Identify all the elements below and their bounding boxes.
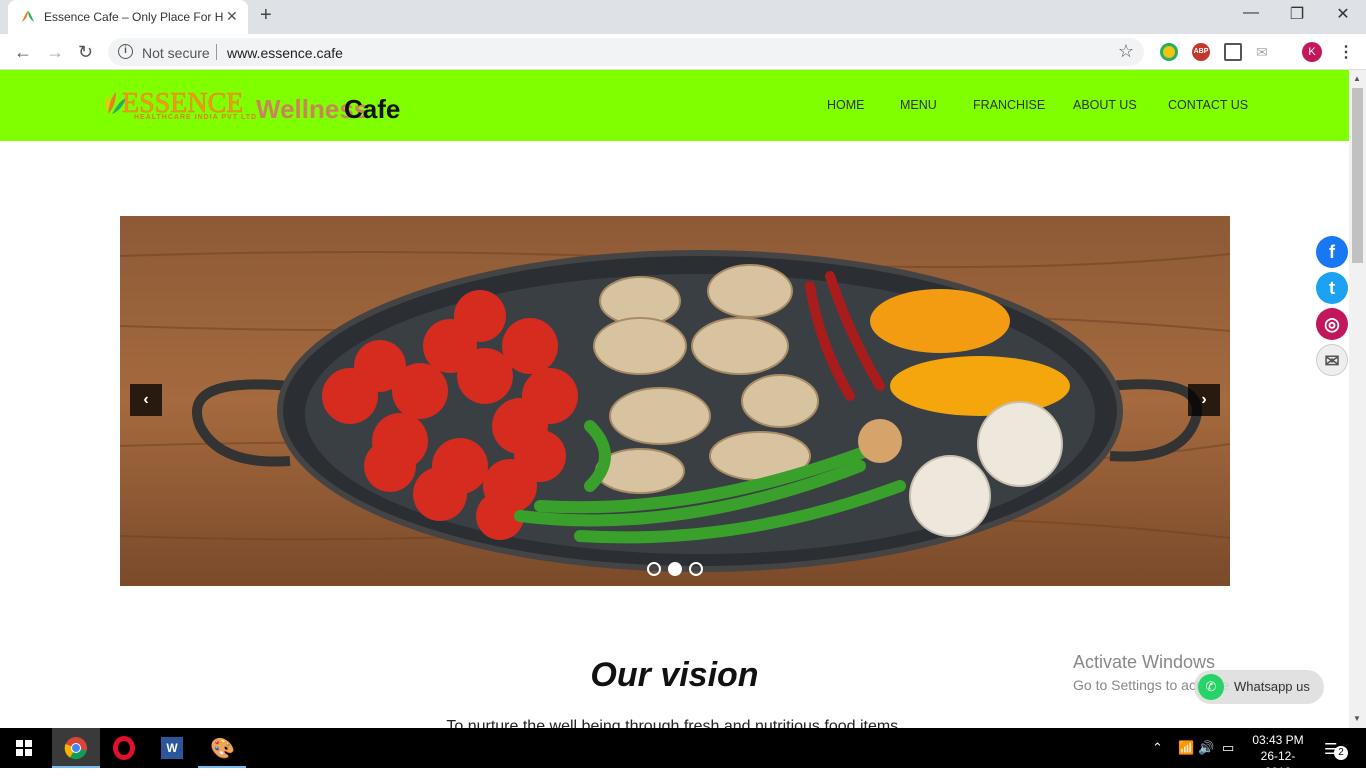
scroll-up-icon[interactable]: ▲ [1353,74,1361,83]
logo-cafe-text: Cafe [344,94,401,124]
carousel-dot-1[interactable] [647,562,661,576]
back-button[interactable]: ← [14,42,32,63]
windows-start-icon[interactable] [16,740,32,756]
address-bar[interactable]: i Not secure www.essence.cafe ☆ [108,38,1144,66]
taskbar-chrome[interactable] [52,728,100,768]
nav-home[interactable]: HOME [827,98,865,112]
nav-franchise[interactable]: FRANCHISE [973,98,1045,112]
page-viewport: ESSENCE HEALTHCARE INDIA PVT LTD Wellnes… [0,70,1349,728]
taskbar-opera[interactable] [100,728,148,768]
opera-icon [113,736,135,760]
minimize-button[interactable]: — [1228,4,1274,22]
page-scrollbar[interactable]: ▲ ▼ [1349,70,1366,728]
show-hidden-icons[interactable]: ⌃ [1152,740,1163,756]
clock-time: 03:43 PM [1252,733,1304,747]
browser-toolbar: ← → ↻ i Not secure www.essence.cafe ☆ AB… [0,34,1366,70]
browser-menu-icon[interactable]: ⋮ [1338,42,1354,62]
whatsapp-icon: ✆ [1198,674,1224,700]
facebook-icon[interactable]: f [1316,236,1348,268]
carousel-prev-button[interactable]: ‹ [130,384,162,416]
logo-subtitle: HEALTHCARE INDIA PVT LTD [134,114,258,121]
browser-tab[interactable]: Essence Cafe – Only Place For He ✕ [8,0,248,34]
notification-count-badge: 2 [1334,746,1348,760]
windows-taskbar: W 🎨 ⌃ 📶 🔊 ▭ 03:43 PM 26-12-2018 ☰ 2 [0,728,1366,779]
whatsapp-label: Whatsapp us [1234,679,1310,694]
clock-date: 26-12-2018 [1260,749,1296,779]
paint-palette-icon: 🎨 [210,738,235,760]
chrome-icon [64,737,87,760]
screenshot-extension-icon[interactable] [1224,43,1242,61]
carousel-dot-3[interactable] [689,562,703,576]
url-text[interactable]: www.essence.cafe [227,45,343,61]
carousel-slide-image [120,216,1230,586]
word-icon: W [161,737,183,759]
close-window-button[interactable]: ✕ [1320,4,1366,24]
wifi-icon[interactable]: 📶 [1178,740,1194,756]
battery-icon[interactable]: ▭ [1222,740,1234,756]
carousel-dot-2[interactable] [668,562,682,576]
instagram-icon[interactable]: ◎ [1316,308,1348,340]
site-logo[interactable]: ESSENCE HEALTHCARE INDIA PVT LTD Wellnes… [104,88,400,128]
gmail-icon[interactable]: ✉ [1256,43,1274,61]
tab-title: Essence Cafe – Only Place For He [44,10,224,24]
browser-tab-strip: Essence Cafe – Only Place For He ✕ + — ❐… [0,0,1366,34]
taskbar-paint[interactable]: 🎨 [198,728,246,768]
email-icon[interactable]: ✉ [1316,344,1348,376]
adblock-plus-icon[interactable]: ABP [1192,43,1210,61]
essence-favicon-icon [22,11,34,22]
nav-contact-us[interactable]: CONTACT US [1168,98,1248,112]
reload-button[interactable]: ↻ [78,42,93,63]
new-tab-button[interactable]: + [260,4,272,27]
info-icon[interactable]: i [118,44,133,59]
security-label[interactable]: Not secure [142,45,210,61]
tab-close-icon[interactable]: ✕ [226,8,238,25]
nav-about-us[interactable]: ABOUT US [1073,98,1137,112]
extension-icon[interactable] [1160,43,1178,61]
hero-carousel: ‹ › [120,216,1230,586]
taskbar-word[interactable]: W [148,728,196,768]
scroll-down-icon[interactable]: ▼ [1353,714,1361,723]
bookmark-star-icon[interactable]: ☆ [1118,41,1134,62]
profile-avatar[interactable]: K [1302,42,1322,62]
nav-menu[interactable]: MENU [900,98,937,112]
volume-icon[interactable]: 🔊 [1198,740,1214,756]
carousel-next-button[interactable]: › [1188,384,1220,416]
site-header: ESSENCE HEALTHCARE INDIA PVT LTD Wellnes… [0,70,1349,141]
forward-button[interactable]: → [46,42,64,63]
omnibox-divider [216,44,217,60]
taskbar-clock[interactable]: 03:43 PM 26-12-2018 [1250,732,1306,780]
maximize-button[interactable]: ❐ [1274,4,1320,24]
whatsapp-button[interactable]: ✆ Whatsapp us [1194,670,1324,704]
vision-text: To nurture the well being through fresh … [446,718,903,728]
twitter-icon[interactable]: t [1316,272,1348,304]
scroll-thumb[interactable] [1352,88,1363,263]
